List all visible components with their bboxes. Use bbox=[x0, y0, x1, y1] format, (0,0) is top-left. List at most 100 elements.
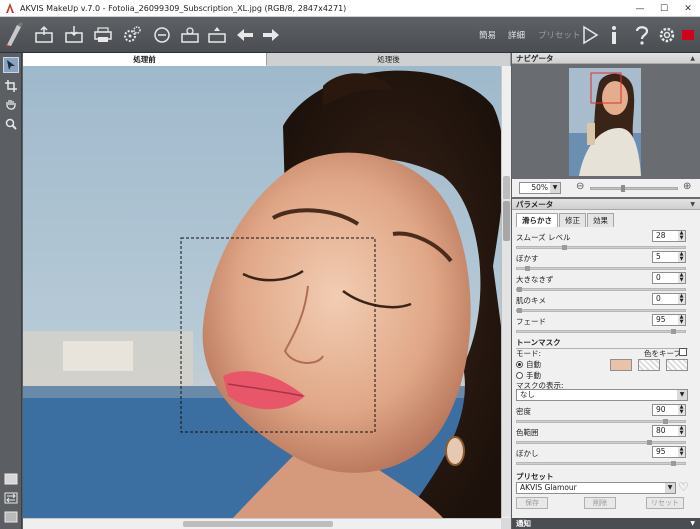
open-image-icon[interactable] bbox=[34, 25, 54, 45]
background-toggle-icon[interactable] bbox=[3, 471, 19, 487]
zoom-row: 50% ▼ ⊖ ⊕ bbox=[512, 179, 700, 197]
info-icon[interactable] bbox=[607, 25, 621, 45]
density-input[interactable]: 90 ▲ ▼ bbox=[652, 404, 686, 416]
right-panel: ナビゲータ ▲ 50% ▼ ⊖ ⊕ パラメータ ▼ 滑らかさ 修正 効果 スムー… bbox=[512, 53, 700, 529]
feather-slider[interactable] bbox=[516, 461, 686, 466]
size-slider[interactable] bbox=[516, 287, 686, 292]
switch-view-icon[interactable] bbox=[3, 490, 19, 506]
spinner-icon[interactable]: ▲ ▼ bbox=[678, 447, 685, 457]
mask-display-select[interactable]: なし ▼ bbox=[516, 389, 688, 401]
spinner-icon[interactable]: ▲ ▼ bbox=[678, 315, 685, 325]
chevron-down-icon[interactable]: ▼ bbox=[677, 390, 687, 400]
heart-favorite-icon[interactable]: ♡ bbox=[678, 480, 689, 494]
record-red-icon[interactable] bbox=[682, 30, 694, 40]
spinner-icon[interactable]: ▲ ▼ bbox=[678, 426, 685, 436]
feather-input[interactable]: 95 ▲ ▼ bbox=[652, 446, 686, 458]
run-play-icon[interactable] bbox=[580, 25, 600, 45]
batch-icon[interactable] bbox=[152, 25, 172, 45]
spinner-icon[interactable]: ▲ ▼ bbox=[678, 231, 685, 241]
photo-canvas[interactable] bbox=[23, 66, 501, 518]
zoom-in-icon[interactable]: ⊕ bbox=[683, 181, 691, 192]
smooth-level-value: 28 bbox=[656, 231, 666, 240]
spinner-icon[interactable]: ▲ ▼ bbox=[678, 294, 685, 304]
selection-brush-tool-icon[interactable] bbox=[3, 57, 19, 73]
zoom-tool-icon[interactable] bbox=[3, 116, 19, 132]
smooth-level-input[interactable]: 28 ▲ ▼ bbox=[652, 230, 686, 242]
fill-toggle-icon[interactable] bbox=[3, 509, 19, 525]
skin-texture-input[interactable]: 0 ▲ ▼ bbox=[652, 293, 686, 305]
share-icon[interactable] bbox=[180, 25, 200, 45]
save-image-icon[interactable] bbox=[64, 25, 84, 45]
undo-arrow-icon[interactable] bbox=[235, 25, 255, 45]
tone-color-swatch-2[interactable] bbox=[638, 359, 660, 371]
mode-detail-button[interactable]: 詳細 bbox=[508, 29, 525, 41]
notice-header[interactable]: 通知 ▼ bbox=[512, 518, 700, 529]
minimize-button[interactable]: — bbox=[628, 0, 652, 17]
feather-row: ぼかし 95 ▲ ▼ bbox=[516, 446, 686, 459]
chevron-down-icon[interactable]: ▼ bbox=[665, 483, 675, 493]
maximize-button[interactable]: ☐ bbox=[652, 0, 676, 17]
chevron-down-icon[interactable]: ▼ bbox=[550, 183, 560, 193]
settings-gears-icon[interactable] bbox=[122, 25, 142, 45]
keep-color-checkbox[interactable] bbox=[679, 348, 687, 356]
zoom-out-icon[interactable]: ⊖ bbox=[576, 181, 584, 192]
redo-arrow-icon[interactable] bbox=[261, 25, 281, 45]
skin-texture-slider[interactable] bbox=[516, 308, 686, 313]
print-icon[interactable] bbox=[93, 25, 113, 45]
brush-logo-icon bbox=[3, 21, 25, 47]
preset-delete-button[interactable]: 削除 bbox=[584, 497, 616, 509]
help-icon[interactable] bbox=[632, 25, 652, 45]
tone-color-swatch-3[interactable] bbox=[666, 359, 688, 371]
blur-input[interactable]: 5 ▲ ▼ bbox=[652, 251, 686, 263]
tab-smoothness[interactable]: 滑らかさ bbox=[516, 213, 558, 227]
color-range-label: 色範囲 bbox=[516, 428, 539, 437]
preset-button[interactable]: プリセット bbox=[538, 29, 581, 41]
smooth-level-slider[interactable] bbox=[516, 245, 686, 250]
tab-correction[interactable]: 修正 bbox=[559, 213, 586, 227]
color-range-slider[interactable] bbox=[516, 440, 686, 445]
navigator-preview[interactable] bbox=[569, 68, 641, 176]
tone-color-swatch[interactable] bbox=[610, 359, 632, 371]
hand-tool-icon[interactable] bbox=[3, 97, 19, 113]
canvas-horizontal-scrollbar[interactable] bbox=[23, 518, 501, 529]
tab-effects[interactable]: 効果 bbox=[587, 213, 614, 227]
zoom-value: 50% bbox=[531, 183, 548, 192]
zoom-select[interactable]: 50% ▼ bbox=[519, 182, 561, 194]
collapse-arrow-icon[interactable]: ▼ bbox=[690, 199, 695, 210]
export-icon[interactable] bbox=[207, 25, 227, 45]
preset-save-button[interactable]: 保存 bbox=[516, 497, 548, 509]
mode-simple-button[interactable]: 簡易 bbox=[479, 29, 496, 41]
close-button[interactable]: ✕ bbox=[676, 0, 700, 17]
feather-label: ぼかし bbox=[516, 449, 539, 458]
parameters-header[interactable]: パラメータ ▼ bbox=[512, 199, 700, 210]
fade-input[interactable]: 95 ▲ ▼ bbox=[652, 314, 686, 326]
collapse-arrow-icon[interactable]: ▲ bbox=[690, 53, 695, 64]
preset-select[interactable]: AKVIS Glamour ▼ bbox=[516, 482, 676, 494]
tab-after[interactable]: 処理後 bbox=[267, 53, 511, 66]
preset-buttons: 保存 削除 リセット bbox=[512, 497, 700, 511]
spinner-icon[interactable]: ▲ ▼ bbox=[678, 252, 685, 262]
density-slider[interactable] bbox=[516, 419, 686, 424]
crop-tool-icon[interactable] bbox=[3, 78, 19, 94]
fade-slider[interactable] bbox=[516, 329, 686, 334]
color-range-input[interactable]: 80 ▲ ▼ bbox=[652, 425, 686, 437]
navigator-panel: 50% ▼ ⊖ ⊕ bbox=[512, 64, 700, 199]
fade-value: 95 bbox=[656, 315, 666, 324]
size-value: 0 bbox=[656, 273, 661, 282]
spinner-icon[interactable]: ▲ ▼ bbox=[678, 405, 685, 415]
params-vertical-scrollbar[interactable] bbox=[501, 199, 511, 517]
blur-slider[interactable] bbox=[516, 266, 686, 271]
size-input[interactable]: 0 ▲ ▼ bbox=[652, 272, 686, 284]
density-row: 密度 90 ▲ ▼ bbox=[516, 404, 686, 417]
tab-before[interactable]: 処理前 bbox=[23, 53, 267, 66]
size-label: 大きなきず bbox=[516, 275, 554, 284]
spinner-icon[interactable]: ▲ ▼ bbox=[678, 273, 685, 283]
feather-value: 95 bbox=[656, 447, 666, 456]
density-value: 90 bbox=[656, 405, 666, 414]
toolbar: 簡易 詳細 プリセット bbox=[0, 17, 700, 53]
preset-reset-button[interactable]: リセット bbox=[646, 497, 684, 509]
navigator-header[interactable]: ナビゲータ ▲ bbox=[512, 53, 700, 64]
zoom-slider[interactable] bbox=[590, 185, 678, 192]
preferences-gear-icon[interactable] bbox=[657, 25, 677, 45]
collapse-arrow-icon[interactable]: ▼ bbox=[690, 518, 695, 529]
